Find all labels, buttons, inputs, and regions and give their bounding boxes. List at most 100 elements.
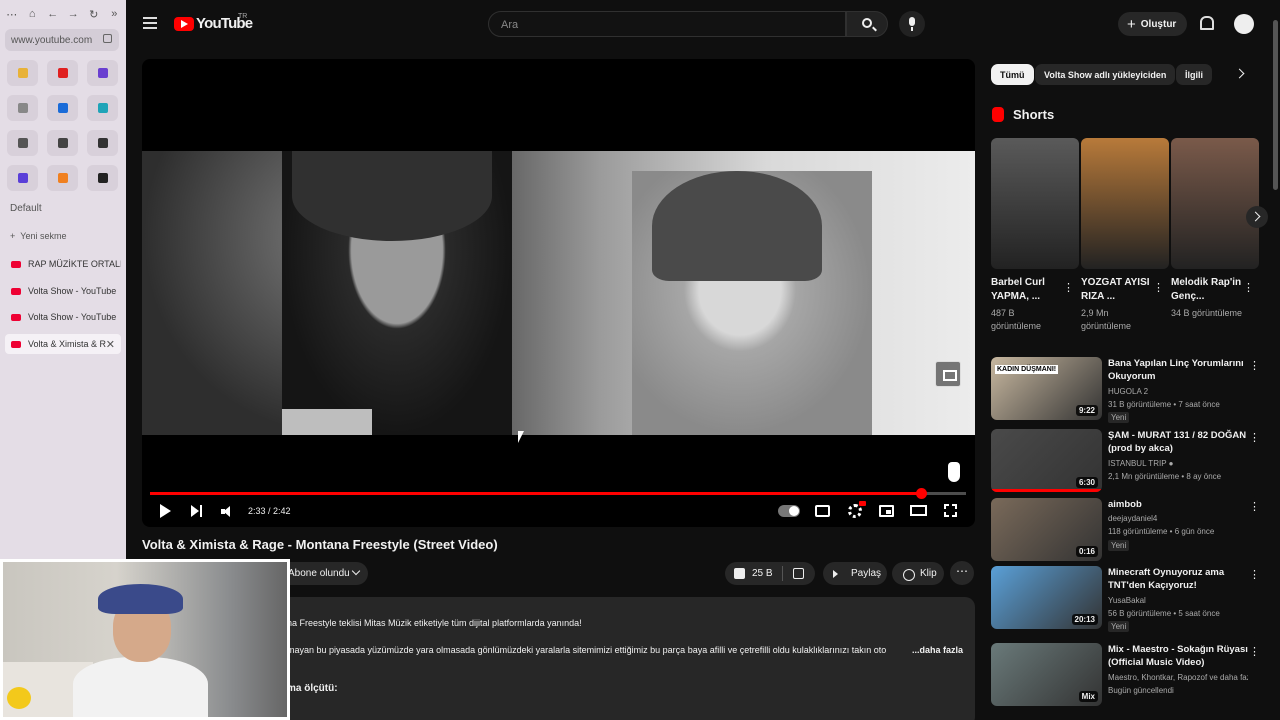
search-input[interactable]: Ara [488,11,846,37]
recommendation-thumbnail[interactable]: 20:13 [991,566,1102,629]
recommendation-thumbnail[interactable]: 6:30 [991,429,1102,492]
browser-tab-active[interactable]: Volta & Ximista & R ✕ [5,334,121,354]
pinned-tile[interactable] [7,60,38,86]
subtitles-icon[interactable] [815,505,830,517]
guide-menu-icon[interactable] [143,17,157,29]
recommendation-item[interactable]: 6:30 ŞAM - MURAT 131 / 82 DOĞAN (prod by… [991,429,1271,493]
plus-icon: + [1127,15,1136,33]
browser-tab[interactable]: RAP MÜZİKTE ORTALIK K [5,254,121,274]
new-tab-button[interactable]: + Yeni sekme [10,231,66,241]
short-thumbnail[interactable] [991,138,1079,269]
forward-icon[interactable]: → [68,8,80,20]
recommendation-title[interactable]: Minecraft Oynuyoruz ama TNT'den Kaçıyoru… [1108,566,1248,592]
close-tab-icon[interactable]: ✕ [106,338,115,351]
recommendation-title[interactable]: ŞAM - MURAT 131 / 82 DOĞAN (prod by akca… [1108,429,1248,455]
progress-bar[interactable] [150,488,966,499]
page-scrollbar[interactable] [1270,0,1280,720]
browser-tab[interactable]: Volta Show - YouTube [5,307,121,327]
video-menu-icon[interactable]: ⋮ [1249,645,1260,658]
video-duration: 20:13 [1071,614,1098,625]
video-menu-icon[interactable]: ⋮ [1249,568,1260,581]
share-button[interactable]: Paylaş [823,562,887,585]
collapse-sidebar-icon[interactable]: » [109,8,121,20]
channel-name[interactable]: HUGOLA 2 [1108,387,1248,396]
chip-all[interactable]: Tümü [991,64,1034,85]
recommendation-item[interactable]: KADIN DÜŞMANI! 9:22 Bana Yapılan Linç Yo… [991,357,1271,423]
address-bar[interactable]: www.youtube.com [5,29,119,51]
back-icon[interactable]: ← [47,8,59,20]
subscribed-button[interactable]: Abone olundu [278,562,368,585]
clip-button[interactable]: Klip [892,562,944,585]
pinned-tile[interactable] [87,60,118,86]
more-actions-button[interactable]: ⋯ [950,561,974,585]
play-icon[interactable] [160,504,171,518]
recommendation-thumbnail[interactable]: 0:16 [991,498,1102,561]
video-meta: 56 B görüntüleme • 5 saat önce [1108,609,1220,618]
reload-icon[interactable]: ↻ [88,8,100,21]
pinned-tile[interactable] [47,130,78,156]
show-more-link[interactable]: ...daha fazla [912,645,963,655]
recommendation-item[interactable]: Mix Mix - Maestro - Sokağın Rüyası (Offi… [991,643,1271,707]
settings-gear-icon[interactable] [848,501,866,518]
create-button[interactable]: + Oluştur [1118,12,1187,36]
pinned-tile[interactable] [7,165,38,191]
pinned-tile[interactable] [87,130,118,156]
pinned-tile[interactable] [7,95,38,121]
recommendation-thumbnail[interactable]: Mix [991,643,1102,706]
expand-miniplayer-icon[interactable] [935,361,961,387]
video-menu-icon[interactable]: ⋮ [1249,431,1260,444]
recommendation-item[interactable]: 20:13 Minecraft Oynuyoruz ama TNT'den Ka… [991,566,1271,632]
like-icon[interactable] [734,568,745,579]
autoplay-toggle[interactable] [778,505,800,517]
channel-name[interactable]: YusaBakal [1108,596,1248,605]
short-menu-icon[interactable]: ⋮ [1243,281,1254,294]
recommendation-title[interactable]: aimbob [1108,498,1248,511]
pinned-tile[interactable] [47,165,78,191]
chip-uploader[interactable]: Volta Show adlı yükleyiciden [1035,64,1176,85]
avatar[interactable] [1234,14,1254,34]
theater-mode-icon[interactable] [910,505,927,516]
scrollbar-thumb[interactable] [1273,20,1278,190]
miniplayer-icon[interactable] [879,505,894,517]
short-title[interactable]: YOZGAT AYISI RIZA ... [1081,276,1153,304]
short-thumbnail[interactable] [1171,138,1259,269]
notifications-bell-icon[interactable] [1199,15,1214,30]
video-menu-icon[interactable]: ⋮ [1249,500,1260,513]
short-menu-icon[interactable]: ⋮ [1063,281,1074,294]
recommendation-title[interactable]: Mix - Maestro - Sokağın Rüyası (Official… [1108,643,1248,669]
short-menu-icon[interactable]: ⋮ [1153,281,1164,294]
next-video-icon[interactable] [191,505,202,517]
menu-dots-icon[interactable]: ⋯ [6,8,18,21]
volume-icon[interactable] [221,506,235,517]
video-player[interactable] [142,59,975,527]
voice-search-icon[interactable] [899,11,925,37]
recommendation-thumbnail[interactable]: KADIN DÜŞMANI! 9:22 [991,357,1102,420]
channel-name[interactable]: ISTANBUL TRIP ● [1108,459,1248,468]
short-thumbnail[interactable] [1081,138,1169,269]
pinned-tile[interactable] [47,95,78,121]
short-title[interactable]: Melodik Rap'in Genç... [1171,276,1243,304]
youtube-logo[interactable]: YouTube TR [174,13,253,32]
chip-related[interactable]: İlgili [1176,64,1212,85]
channel-name[interactable]: deejaydaniel4 [1108,514,1248,523]
like-count[interactable]: 25 B [752,568,773,579]
video-menu-icon[interactable]: ⋮ [1249,359,1260,372]
new-badge: Yeni [1108,412,1130,423]
home-icon[interactable]: ⌂ [27,8,39,20]
pinned-tile[interactable] [7,130,38,156]
recommendation-item[interactable]: 0:16 aimbob deejaydaniel4 118 görüntülem… [991,498,1271,562]
channel-name[interactable]: Maestro, Khontkar, Rapozof ve daha fazl.… [1108,673,1248,682]
pinned-tile[interactable] [87,165,118,191]
recommendation-title[interactable]: Bana Yapılan Linç Yorumlarını Okuyorum [1108,357,1248,383]
shorts-next-icon[interactable] [1246,206,1268,228]
search-button[interactable] [846,11,888,37]
chip-label: İlgili [1185,69,1203,80]
pinned-tile[interactable] [87,95,118,121]
browser-tab[interactable]: Volta Show - YouTube [5,281,121,301]
fullscreen-icon[interactable] [943,503,958,518]
chevron-right-icon[interactable] [1234,68,1245,79]
pinned-tile[interactable] [47,60,78,86]
reader-icon[interactable] [103,34,112,43]
dislike-icon[interactable] [793,568,804,579]
short-title[interactable]: Barbel Curl YAPMA, ... [991,276,1063,304]
